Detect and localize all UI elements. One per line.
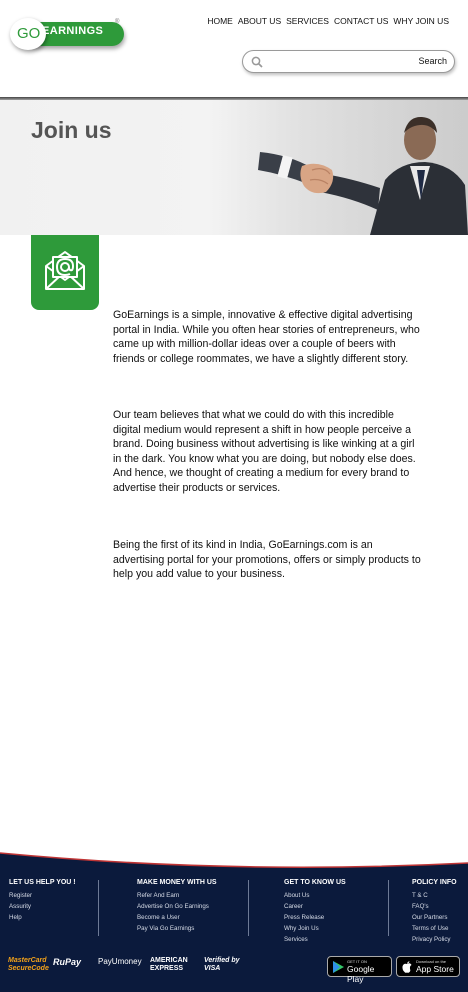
footer-link-tc[interactable]: T & C: [412, 890, 457, 901]
page-title: Join us: [31, 117, 112, 143]
search-button[interactable]: Search: [418, 56, 447, 66]
footer-link-pay[interactable]: Pay Via Go Earnings: [137, 923, 217, 934]
footer-divider: [388, 880, 389, 936]
nav-why-join-us[interactable]: WHY JOIN US: [393, 16, 449, 26]
footer-link-partners[interactable]: Our Partners: [412, 912, 457, 923]
search-bar: Search: [242, 50, 455, 73]
footer-link-why-join[interactable]: Why Join Us: [284, 923, 346, 934]
email-at-icon: [45, 251, 85, 290]
footer-col-money: MAKE MONEY WITH US Refer And Earn Advert…: [137, 879, 217, 934]
mastercard-securecode-logo: MasterCard SecureCode: [8, 957, 49, 972]
nav-contact-us[interactable]: CONTACT US: [334, 16, 388, 26]
rupay-logo: RuPay: [53, 957, 82, 967]
site-footer: LET US HELP YOU ! Register Assurity Help…: [0, 847, 468, 992]
google-play-icon: [333, 961, 344, 973]
footer-link-register[interactable]: Register: [9, 890, 76, 901]
footer-link-become-user[interactable]: Become a User: [137, 912, 217, 923]
goearnings-logo[interactable]: GO EARNINGS ®: [10, 18, 124, 50]
footer-link-services[interactable]: Services: [284, 934, 346, 945]
app-store-badge[interactable]: Download on the App Store: [396, 956, 460, 977]
nav-about-us[interactable]: ABOUT US: [238, 16, 281, 26]
footer-col-title: LET US HELP YOU !: [9, 879, 76, 886]
footer-link-terms[interactable]: Terms of Use: [412, 923, 457, 934]
footer-col-know: GET TO KNOW US About Us Career Press Rel…: [284, 879, 346, 945]
nav-home[interactable]: HOME: [207, 16, 233, 26]
footer-divider: [248, 880, 249, 936]
magnifier-icon: [251, 56, 263, 68]
footer-link-press[interactable]: Press Release: [284, 912, 346, 923]
footer-link-about[interactable]: About Us: [284, 890, 346, 901]
footer-divider: [98, 880, 99, 936]
verified-by-visa-logo: Verified by VISA: [204, 957, 240, 972]
logo-earnings-text: EARNINGS: [42, 25, 104, 37]
amex-logo: AMERICAN EXPRESS: [150, 957, 188, 972]
google-play-text: Google Play: [347, 964, 375, 984]
main-nav: HOME ABOUT US SERVICES CONTACT US WHY JO…: [207, 16, 449, 26]
logo-go-text: GO: [17, 25, 41, 42]
footer-col-policy: POLICY INFO T & C FAQ's Our Partners Ter…: [412, 879, 457, 945]
logo-trademark: ®: [115, 19, 120, 25]
apple-icon: [402, 961, 412, 973]
footer-col-help: LET US HELP YOU ! Register Assurity Help: [9, 879, 76, 923]
join-us-banner: Join us: [0, 100, 468, 235]
google-play-badge[interactable]: GET IT ON Google Play: [327, 956, 392, 984]
handshake-image: [220, 100, 468, 235]
footer-link-refer[interactable]: Refer And Earn: [137, 890, 217, 901]
footer-link-career[interactable]: Career: [284, 901, 346, 912]
footer-link-advertise[interactable]: Advertise On Go Earnings: [137, 901, 217, 912]
footer-link-assurity[interactable]: Assurity: [9, 901, 76, 912]
footer-link-faq[interactable]: FAQ's: [412, 901, 457, 912]
footer-col-title: POLICY INFO: [412, 879, 457, 886]
footer-col-title: GET TO KNOW US: [284, 879, 346, 886]
footer-wave: [0, 847, 468, 868]
footer-link-help[interactable]: Help: [9, 912, 76, 923]
footer-link-privacy[interactable]: Privacy Policy: [412, 934, 457, 945]
site-header: GO EARNINGS ® HOME ABOUT US SERVICES CON…: [0, 0, 468, 100]
intro-paragraph: GoEarnings is a simple, innovative & eff…: [113, 309, 420, 365]
payumoney-logo: PayUmoney: [98, 957, 142, 966]
email-tile: [31, 235, 99, 310]
footer-col-title: MAKE MONEY WITH US: [137, 879, 217, 886]
app-store-text: App Store: [416, 964, 454, 974]
search-input[interactable]: [269, 54, 409, 69]
belief-paragraph: Our team believes that what we could do …: [113, 409, 416, 494]
closing-paragraph: Being the first of its kind in India, Go…: [113, 539, 421, 581]
nav-services[interactable]: SERVICES: [286, 16, 329, 26]
